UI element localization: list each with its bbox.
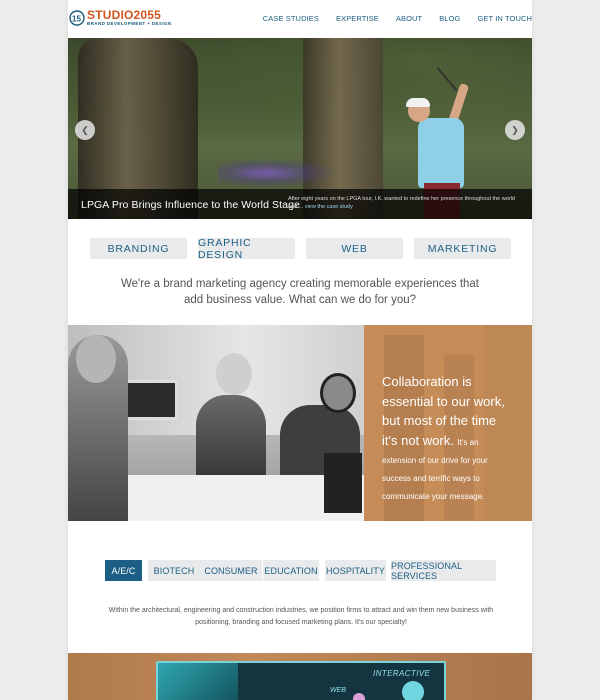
tab-consumer[interactable]: CONSUMER (200, 560, 262, 581)
interactive-banner: INTERACTIVE WEB (68, 653, 532, 700)
collaboration-headline: Collaboration is essential to our work, … (382, 374, 505, 448)
tab-biotech[interactable]: BIOTECH (148, 560, 200, 581)
slider-prev-button[interactable]: ❮ (75, 120, 95, 140)
tab-professional-services[interactable]: PROFESSIONAL SERVICES (391, 560, 496, 581)
nav-case-studies[interactable]: CASE STUDIES (263, 14, 319, 23)
chevron-left-icon: ❮ (81, 124, 89, 135)
slider-next-button[interactable]: ❯ (505, 120, 525, 140)
svg-text:15: 15 (72, 14, 81, 23)
banner-interactive-label: INTERACTIVE (373, 669, 431, 678)
banner-orb (353, 693, 365, 700)
nav-expertise[interactable]: EXPERTISE (336, 14, 379, 23)
banner-bubble (402, 681, 424, 700)
collaboration-text: Collaboration is essential to our work, … (382, 372, 514, 504)
nav-about[interactable]: ABOUT (396, 14, 422, 23)
hero-case-study-link[interactable]: view the case study (305, 204, 353, 210)
photo-person-center-body (196, 395, 266, 485)
photo-person-center-head (216, 353, 252, 395)
site-header: 15 STUDIO2055 BRAND DEVELOPMENT + DESIGN… (68, 0, 532, 38)
nav-get-in-touch[interactable]: GET IN TOUCH (477, 14, 532, 23)
team-photo (68, 325, 364, 521)
tab-aec[interactable]: A/E/C (105, 560, 142, 581)
nav-blog[interactable]: BLOG (439, 14, 460, 23)
photo-person-left-head (76, 335, 116, 383)
intro-line-1: We're a brand marketing agency creating … (120, 278, 480, 290)
services-tabs: BRANDING GRAPHIC DESIGN WEB MARKETING (90, 237, 511, 261)
tab-education[interactable]: EDUCATION (263, 560, 319, 581)
logo-tagline: BRAND DEVELOPMENT + DESIGN (87, 21, 172, 26)
tab-graphic-design[interactable]: GRAPHIC DESIGN (198, 237, 295, 261)
banner-wave (158, 663, 238, 700)
tab-marketing[interactable]: MARKETING (414, 238, 511, 259)
golfer-body (418, 118, 464, 188)
industry-description: Within the architectural, engineering an… (108, 607, 494, 626)
photo-laptop (324, 453, 362, 513)
tab-web[interactable]: WEB (306, 238, 403, 259)
hero-slider: LPGA Pro Brings Influence to the World S… (68, 38, 532, 219)
logo[interactable]: 15 STUDIO2055 BRAND DEVELOPMENT + DESIGN (69, 9, 172, 27)
tab-hospitality[interactable]: HOSPITALITY (325, 560, 386, 581)
intro-line-2: add business value. What can we do for y… (183, 294, 417, 306)
intro-text: We're a brand marketing agency creating … (80, 276, 520, 308)
banner-web-label: WEB (330, 687, 346, 694)
golfer-cap (406, 98, 430, 107)
hero-title[interactable]: LPGA Pro Brings Influence to the World S… (81, 199, 300, 211)
hero-crowd (218, 158, 338, 188)
tab-branding[interactable]: BRANDING (90, 238, 187, 259)
chevron-right-icon: ❯ (511, 124, 519, 135)
hero-excerpt: After eight years on the LPGA tour, I.K.… (288, 195, 518, 211)
logo-icon: 15 (69, 10, 85, 26)
main-nav: CASE STUDIES EXPERTISE ABOUT BLOG GET IN… (246, 14, 532, 23)
logo-name-prefix: STUDIO (87, 8, 134, 22)
logo-name: STUDIO2055 (87, 9, 172, 21)
photo-person-right-head (320, 373, 356, 413)
logo-name-suffix: 2055 (133, 8, 162, 22)
